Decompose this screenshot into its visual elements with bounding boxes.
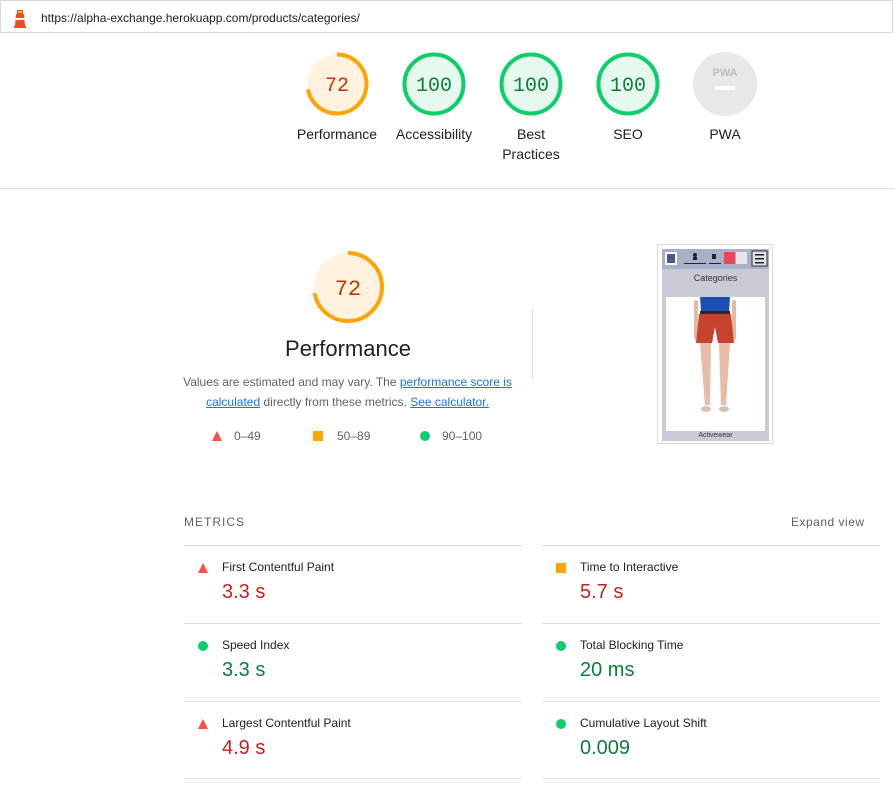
gauge-score: 100: [416, 75, 452, 98]
metric-value: 3.3 s: [222, 659, 266, 681]
gauge-label: Accessibility: [395, 126, 473, 142]
product-image: [694, 297, 736, 412]
lighthouse-icon: [14, 10, 26, 28]
gauge-score: 72: [335, 277, 361, 302]
metric-name: Time to Interactive: [580, 560, 679, 574]
metric-name: Cumulative Layout Shift: [580, 716, 707, 730]
performance-gauge: 72: [311, 250, 385, 329]
gauge-label: PWA: [709, 126, 741, 142]
square-icon: [313, 431, 323, 441]
score-gauges: 72 Performance 100 Accessibility 100 Best Pra…: [0, 52, 895, 182]
circle-icon: [556, 719, 566, 729]
square-icon: [556, 563, 566, 573]
gauge-best-practices[interactable]: 100 Best Practices: [481, 52, 581, 164]
gauge-score: 100: [610, 75, 646, 98]
expand-view-button[interactable]: Expand view: [791, 515, 865, 529]
metric-first-contentful-paint: First Contentful Paint 3.3 s: [184, 545, 522, 623]
metric-value: 3.3 s: [222, 581, 266, 603]
metric-name: Total Blocking Time: [580, 638, 684, 652]
screenshot-product-card: [666, 297, 765, 431]
legend-average: 50–89: [313, 429, 370, 443]
screenshot-body: Categories Activewear: [662, 269, 769, 441]
metric-cumulative-layout-shift: Cumulative Layout Shift 0.009: [542, 701, 880, 779]
pwa-dash: [715, 86, 735, 90]
screenshot-navbar-icons: [665, 250, 768, 267]
metric-value: 5.7 s: [580, 581, 624, 603]
gauge-ring: 72: [312, 251, 384, 323]
gauge-pwa[interactable]: PWA PWA: [675, 52, 775, 144]
performance-description: Values are estimated and may vary. The p…: [183, 375, 512, 409]
screenshot-caption: Activewear: [698, 432, 733, 439]
metric-value: 0.009: [580, 737, 631, 759]
metrics-header: METRICS: [184, 515, 245, 529]
gauge-accessibility[interactable]: 100 Accessibility: [384, 52, 484, 144]
metric-total-blocking-time: Total Blocking Time 20 ms: [542, 623, 880, 701]
legend-fail: 0–49: [212, 429, 261, 443]
calculator-link[interactable]: See calculator.: [410, 395, 489, 409]
metric-name: First Contentful Paint: [222, 560, 335, 574]
legend-pass: 90–100: [420, 429, 482, 443]
metric-time-to-interactive: Time to Interactive 5.7 s: [542, 545, 880, 623]
page-url[interactable]: https://alpha-exchange.herokuapp.com/pro…: [41, 11, 360, 25]
triangle-icon: [212, 431, 222, 441]
metric-name: Largest Contentful Paint: [222, 716, 351, 730]
circle-icon: [420, 431, 430, 441]
screenshot-navbar: [662, 249, 769, 269]
address-bar: https://alpha-exchange.herokuapp.com/pro…: [0, 0, 893, 33]
metric-largest-contentful-paint: Largest Contentful Paint 4.9 s: [184, 701, 522, 779]
metrics-bottom-border-left: [184, 778, 522, 779]
screenshot-heading: Categories: [693, 273, 738, 283]
gauge-label: SEO: [613, 126, 643, 142]
metric-name: Speed Index: [222, 638, 290, 652]
triangle-icon: [198, 563, 208, 573]
gauge-ring: 72: [305, 52, 369, 116]
metric-value: 20 ms: [580, 659, 635, 681]
pwa-badge-text: PWA: [712, 67, 737, 79]
pwa-gauge-background: [693, 52, 757, 116]
vertical-divider: [532, 308, 533, 380]
gauge-ring: 100: [402, 52, 466, 116]
metric-speed-index: Speed Index 3.3 s: [184, 623, 522, 701]
gauge-seo[interactable]: 100 SEO: [578, 52, 678, 144]
circle-icon: [556, 641, 566, 651]
gauge-ring: 100: [499, 52, 563, 116]
section-divider: [0, 188, 895, 189]
gauge-ring: PWA: [693, 52, 757, 116]
gauge-score: 100: [513, 75, 549, 98]
final-screenshot[interactable]: Categories Activewear: [657, 244, 773, 444]
metrics-bottom-border-right: [542, 778, 880, 779]
metric-value: 4.9 s: [222, 737, 266, 759]
gauge-performance[interactable]: 72 Performance: [287, 52, 387, 144]
circle-icon: [198, 641, 208, 651]
gauge-label: Performance: [296, 126, 378, 142]
gauge-ring: 100: [596, 52, 660, 116]
gauge-label: Best Practices: [502, 126, 560, 162]
performance-title: Performance: [285, 336, 411, 361]
triangle-icon: [198, 719, 208, 729]
gauge-score: 72: [325, 75, 349, 98]
